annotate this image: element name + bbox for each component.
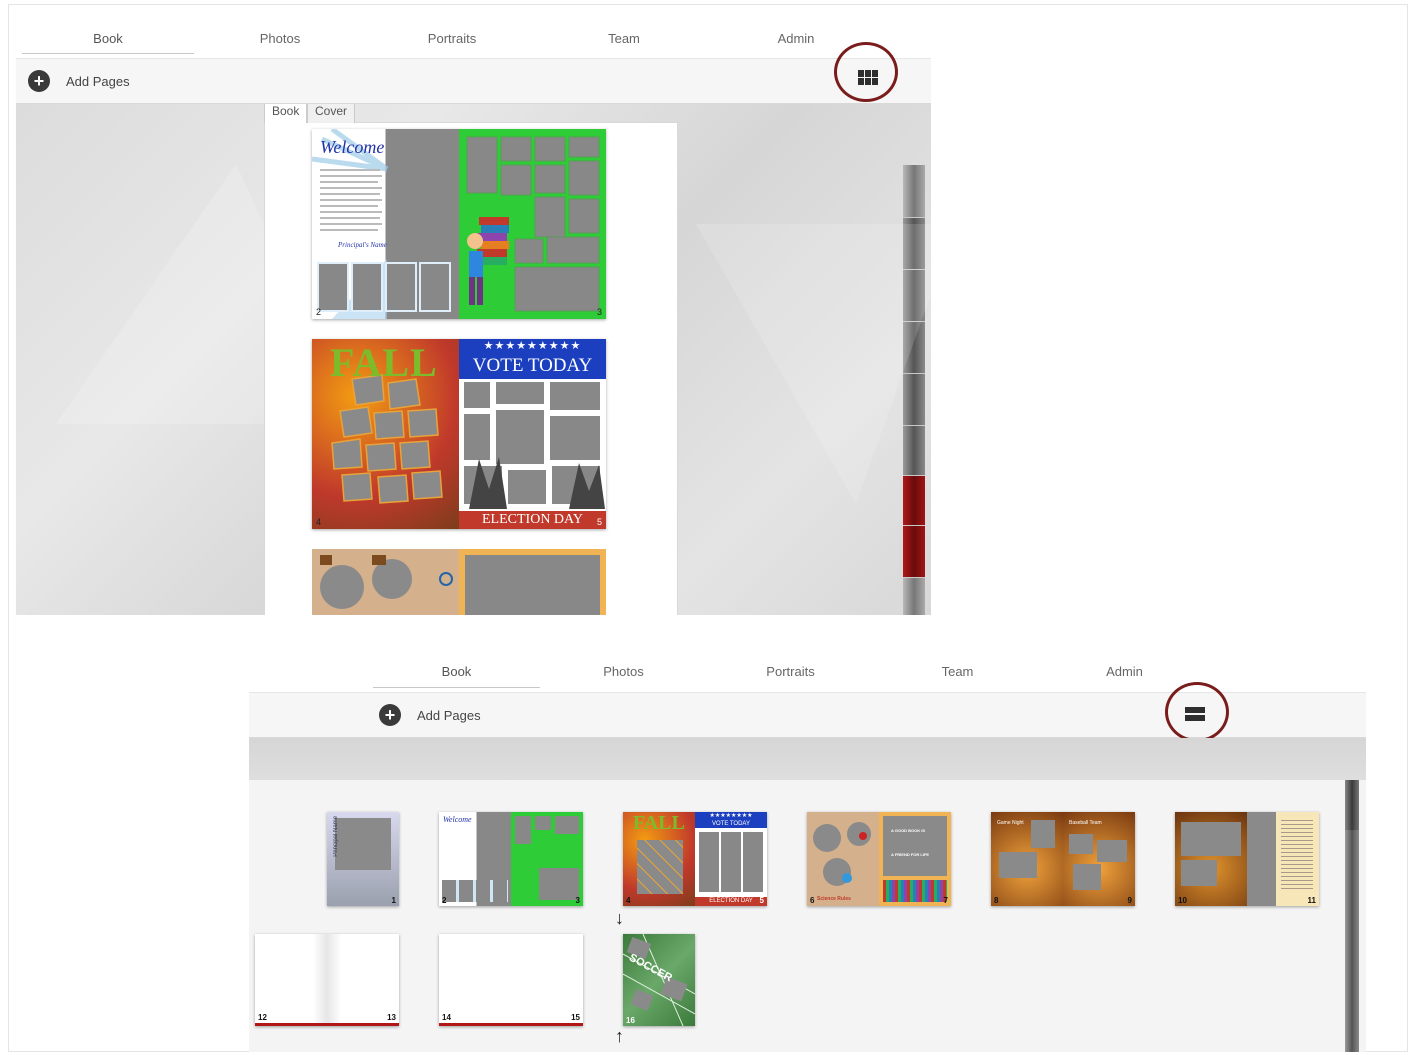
page-7 <box>459 549 606 615</box>
drop-arrow-up-icon: ↑ <box>615 1026 624 1046</box>
page-2: Welcome Principal's Name 2 <box>312 129 459 319</box>
panel-tab-cover[interactable]: Cover <box>307 104 356 123</box>
thumb-spread-10-11[interactable]: 10 11 <box>1175 812 1319 906</box>
welcome-title: Welcome <box>320 137 385 157</box>
thumb-spread-4-5[interactable]: FALL 4 ★★★★★★★★ VOTE TODAY ELECTION DAY 5 <box>623 812 767 906</box>
drop-arrow-down-icon: ↓ <box>615 908 624 928</box>
page-number: 4 <box>626 896 631 905</box>
page-number: 11 <box>1307 896 1316 905</box>
plus-circle-icon: + <box>379 704 401 726</box>
nav-tab-photos[interactable]: Photos <box>540 652 707 690</box>
page-number: 12 <box>258 1013 267 1022</box>
panel-tab-book[interactable]: Book <box>264 104 308 123</box>
main-nav: Book Photos Portraits Team Admin <box>373 652 1209 690</box>
page-number: 15 <box>571 1013 580 1022</box>
page-number: 5 <box>759 896 764 905</box>
add-pages-button[interactable]: + Add Pages <box>379 704 481 726</box>
main-nav: Book Photos Portraits Team Admin <box>22 20 882 56</box>
thumb-page-1[interactable]: Principal Name 1 <box>327 812 399 906</box>
thumb-label: Science Rules <box>817 896 851 902</box>
page-number: 7 <box>943 896 948 905</box>
page-3: 3 <box>459 129 606 319</box>
book-editor-grid-view: Book Photos Portraits Team Admin + Add P… <box>249 650 1366 1052</box>
page-number: 16 <box>626 1016 635 1025</box>
nav-tab-book[interactable]: Book <box>373 652 540 690</box>
page-number: 8 <box>994 896 999 905</box>
thumb-label: Principal Name <box>333 816 339 857</box>
thumb-spread-14-15[interactable]: 14 15 <box>439 934 583 1026</box>
vote-today-title: VOTE TODAY <box>459 353 606 379</box>
thumb-spread-8-9[interactable]: Game Night 8 Baseball Team 9 <box>991 812 1135 906</box>
thumb-label: A FRIEND FOR LIFE <box>891 852 930 857</box>
nav-tab-book[interactable]: Book <box>22 20 194 56</box>
thumb-label: FALL <box>633 812 685 834</box>
thumb-label: VOTE TODAY <box>711 821 750 827</box>
spread-6-7[interactable] <box>312 549 606 615</box>
page-number: 1 <box>391 896 396 905</box>
election-day-footer: ELECTION DAY <box>459 511 606 529</box>
page-number: 6 <box>810 896 815 905</box>
workspace-header-strip <box>249 738 1366 780</box>
workspace-background: Book Cover Welcome Principal's Name 2 3 … <box>16 104 931 615</box>
stars-banner: ★★★★★★★★★ <box>459 339 606 353</box>
fall-title: FALL <box>330 340 438 385</box>
thumb-spread-6-7[interactable]: Science Rules 6 A GOOD BOOK IS A FRIEND … <box>807 812 951 906</box>
add-pages-label: Add Pages <box>417 707 481 723</box>
thumb-label: A GOOD BOOK IS <box>891 828 926 833</box>
add-pages-label: Add Pages <box>66 73 130 89</box>
page-5: ★★★★★★★★★ VOTE TODAY ELECTION DAY 5 <box>459 339 606 529</box>
nav-tab-team[interactable]: Team <box>874 652 1041 690</box>
page-number: 14 <box>442 1013 451 1022</box>
thumb-label: Baseball Team <box>1069 820 1102 826</box>
scroll-thumb[interactable] <box>1345 780 1359 830</box>
thumb-spread-12-13[interactable]: 12 13 <box>255 934 399 1026</box>
page-4: FALL 4 <box>312 339 459 529</box>
toolbar: + Add Pages <box>16 58 931 104</box>
nav-tab-photos[interactable]: Photos <box>194 20 366 56</box>
spread-2-3[interactable]: Welcome Principal's Name 2 3 <box>312 129 606 319</box>
page-number: 9 <box>1127 896 1132 905</box>
list-view-icon[interactable] <box>1185 706 1205 722</box>
page-scrollbar[interactable] <box>903 165 925 615</box>
thumb-page-16[interactable]: SOCCER 16 <box>623 934 695 1026</box>
nav-tab-portraits[interactable]: Portraits <box>707 652 874 690</box>
nav-tab-portraits[interactable]: Portraits <box>366 20 538 56</box>
page-number: 3 <box>596 307 602 317</box>
page-number: 2 <box>442 896 447 905</box>
principal-signature: Principal's Name <box>338 241 387 249</box>
spread-4-5[interactable]: FALL 4 ★★★★★★★★★ VOTE TODAY ELECTION DAY… <box>312 339 606 529</box>
thumb-label: Welcome <box>443 815 472 824</box>
book-page-panel: Book Cover Welcome Principal's Name 2 3 … <box>264 104 925 615</box>
page-number: 5 <box>596 517 602 527</box>
page-thumbnail-grid: Principal Name 1 Welcome 2 3 FALL 4 ★★★★… <box>249 780 1366 1052</box>
page-6 <box>312 549 459 615</box>
page-number: 2 <box>316 307 322 317</box>
book-editor-spread-view: Book Photos Portraits Team Admin + Add P… <box>16 14 931 615</box>
page-number: 13 <box>387 1013 396 1022</box>
page-number: 10 <box>1178 896 1187 905</box>
page-number: 4 <box>316 517 322 527</box>
add-pages-button[interactable]: + Add Pages <box>28 70 130 92</box>
grid-view-icon[interactable] <box>858 70 878 86</box>
thumb-label: ELECTION DAY <box>695 897 767 906</box>
nav-tab-team[interactable]: Team <box>538 20 710 56</box>
thumb-label: Game Night <box>997 820 1024 826</box>
scroll-thumb-current[interactable] <box>903 475 925 577</box>
grid-scrollbar[interactable] <box>1345 780 1359 1052</box>
page-number: 3 <box>575 896 580 905</box>
thumb-spread-2-3[interactable]: Welcome 2 3 <box>439 812 583 906</box>
plus-circle-icon: + <box>28 70 50 92</box>
